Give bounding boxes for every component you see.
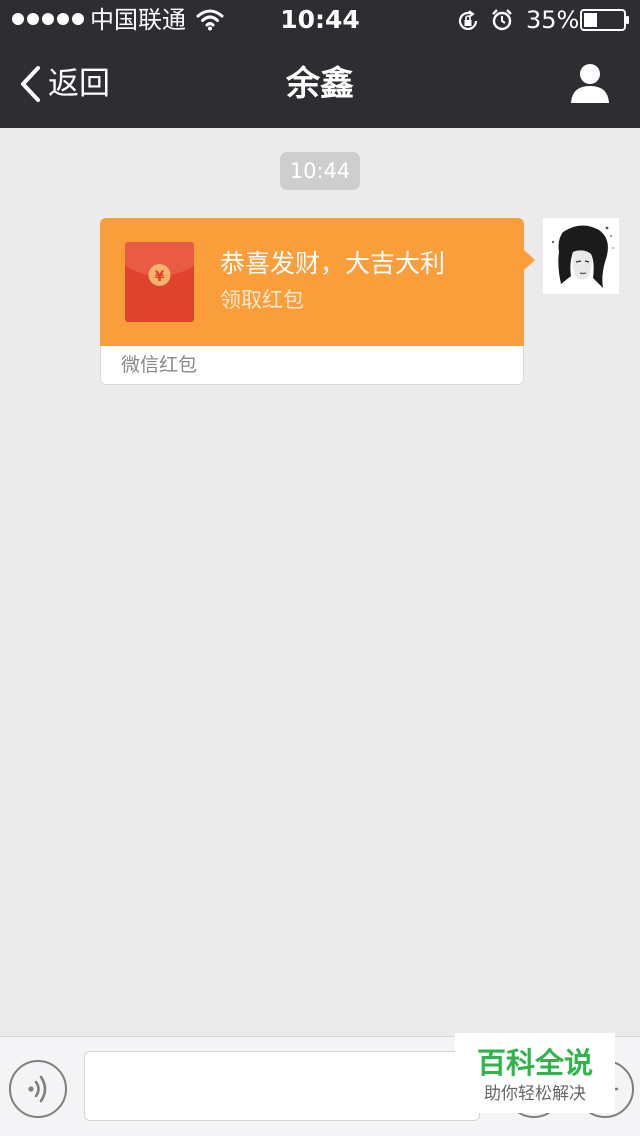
red-packet-message[interactable]: ¥ 恭喜发财，大吉大利 领取红包 微信红包: [100, 218, 535, 385]
battery-percent: 35%: [526, 6, 580, 34]
voice-button[interactable]: [9, 1060, 67, 1118]
status-bar: 中国联通 10:44 35%: [0, 0, 640, 40]
red-packet-title: 恭喜发财，大吉大利: [220, 249, 446, 278]
avatar-image: [543, 218, 619, 294]
contact-info-button[interactable]: [566, 62, 614, 104]
top-bar: 中国联通 10:44 35% 返回 余鑫: [0, 0, 640, 128]
message-input[interactable]: [84, 1051, 480, 1121]
red-packet-footer: 微信红包: [100, 346, 524, 385]
battery-icon: [580, 9, 629, 31]
person-icon: [571, 64, 609, 103]
watermark-title: 百科全说: [476, 1046, 593, 1080]
voice-icon: [28, 1075, 47, 1103]
alarm-icon: [492, 9, 512, 31]
red-packet-source-label: 微信红包: [121, 354, 198, 376]
watermark: 百科全说 助你轻松解决: [455, 1033, 615, 1113]
watermark-subtitle: 助你轻松解决: [484, 1084, 586, 1104]
rotation-lock-icon: [458, 10, 478, 30]
red-packet-subtitle: 领取红包: [220, 288, 304, 312]
red-envelope-icon: ¥: [125, 242, 194, 322]
red-packet-body: ¥ 恭喜发财，大吉大利 领取红包: [100, 218, 524, 346]
message-timestamp: 10:44: [280, 152, 360, 190]
navigation-bar: 返回 余鑫: [0, 40, 640, 128]
page-title: 余鑫: [286, 64, 354, 104]
bubble-tail: [524, 250, 535, 270]
avatar[interactable]: [543, 218, 619, 294]
chat-area[interactable]: 10:44 ¥ 恭喜发财，大吉大利 领取红包 微信红包: [0, 128, 640, 1036]
svg-text:¥: ¥: [155, 269, 165, 285]
